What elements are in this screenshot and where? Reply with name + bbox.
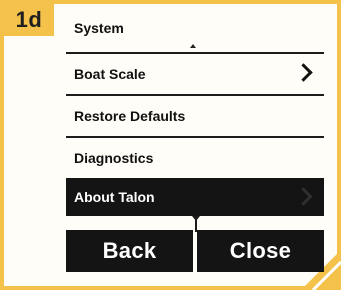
step-badge: 1d (4, 4, 54, 36)
menu-item-restore-defaults[interactable]: Restore Defaults (66, 96, 324, 136)
close-button[interactable]: Close (197, 230, 324, 272)
chevron-right-icon (294, 63, 313, 82)
device-screen: System Boat Scale Restore Defaults Diagn… (66, 4, 324, 272)
menu-item-system[interactable]: System (66, 14, 324, 42)
menu-item-about-talon[interactable]: About Talon (66, 178, 324, 216)
menu-item-label: Boat Scale (74, 66, 146, 82)
scroll-up-indicator-icon (190, 44, 196, 48)
menu-item-label: Restore Defaults (74, 108, 186, 124)
menu-item-label: Diagnostics (74, 150, 154, 166)
chevron-right-icon (294, 187, 313, 206)
menu-item-label: System (74, 20, 124, 36)
back-button[interactable]: Back (66, 230, 193, 272)
menu-item-boat-scale[interactable]: Boat Scale (66, 54, 324, 94)
menu-item-label: About Talon (74, 189, 155, 205)
menu-item-diagnostics[interactable]: Diagnostics (66, 138, 324, 178)
